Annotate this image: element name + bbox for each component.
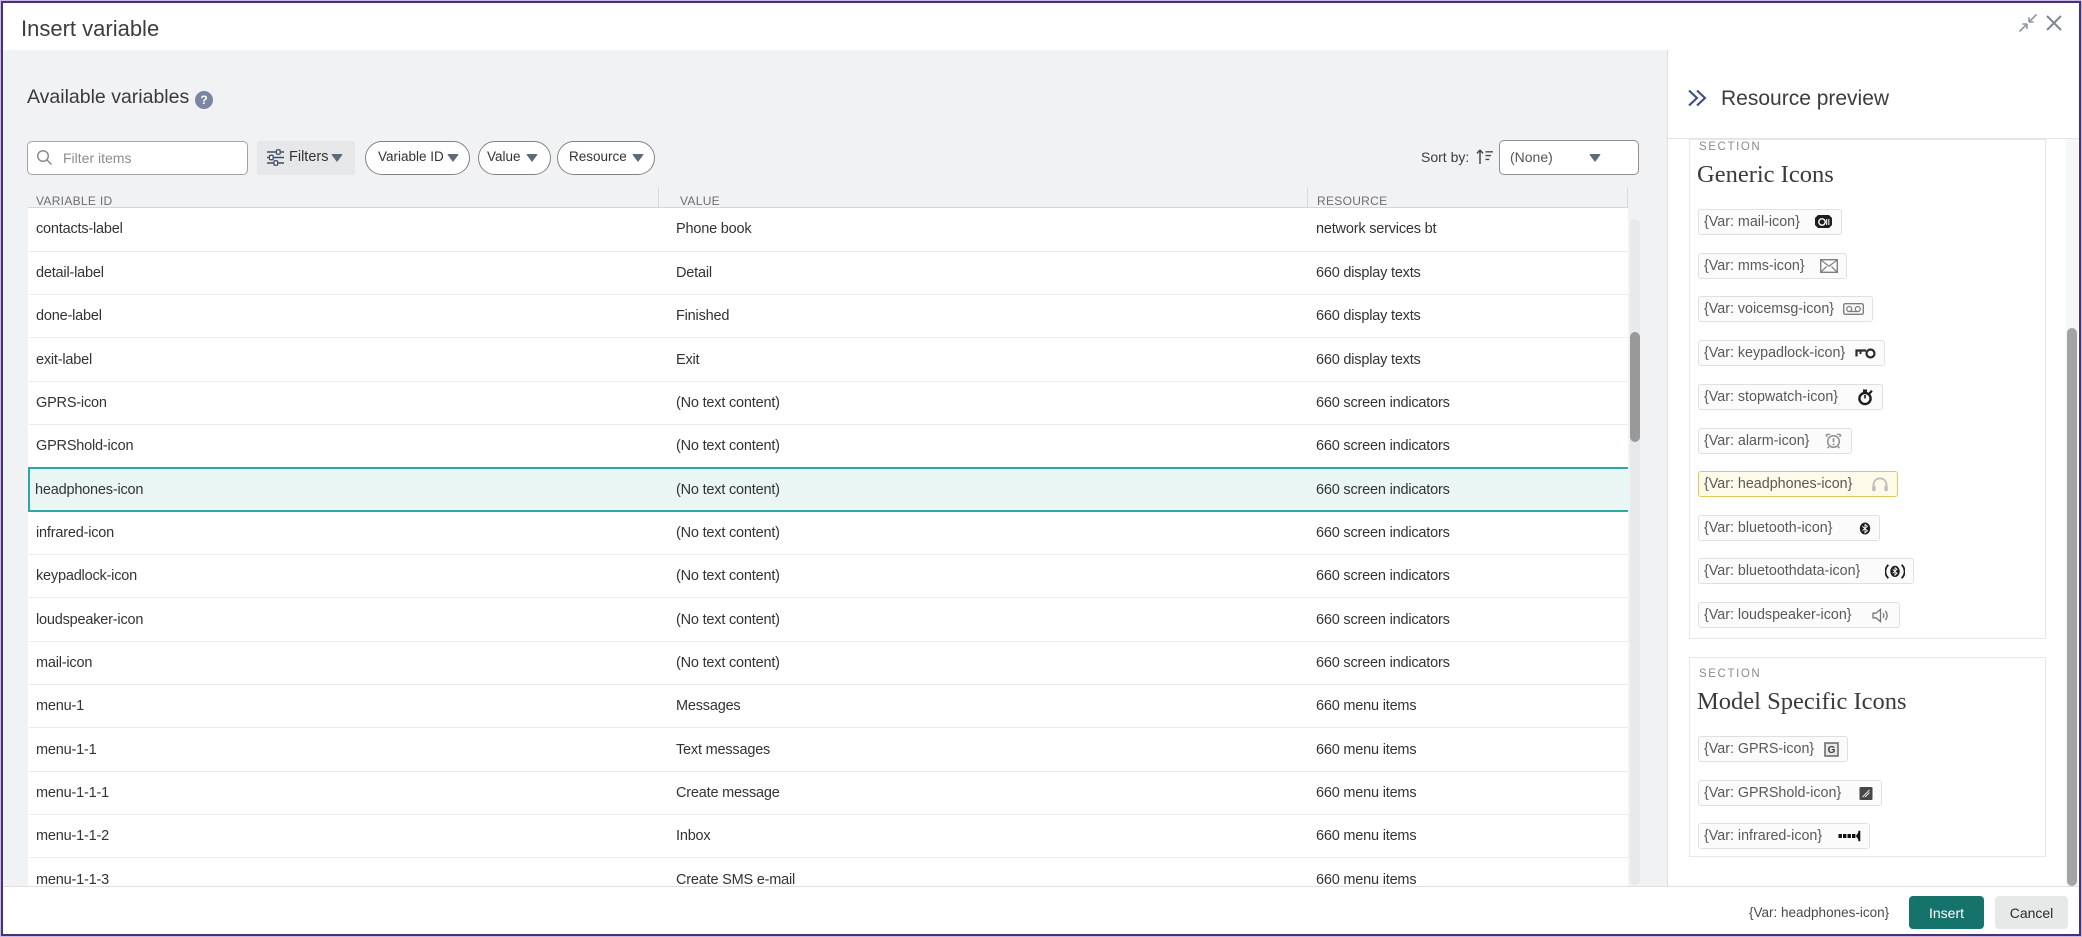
svg-text:G: G	[1828, 745, 1836, 756]
svg-text:?: ?	[200, 93, 207, 107]
